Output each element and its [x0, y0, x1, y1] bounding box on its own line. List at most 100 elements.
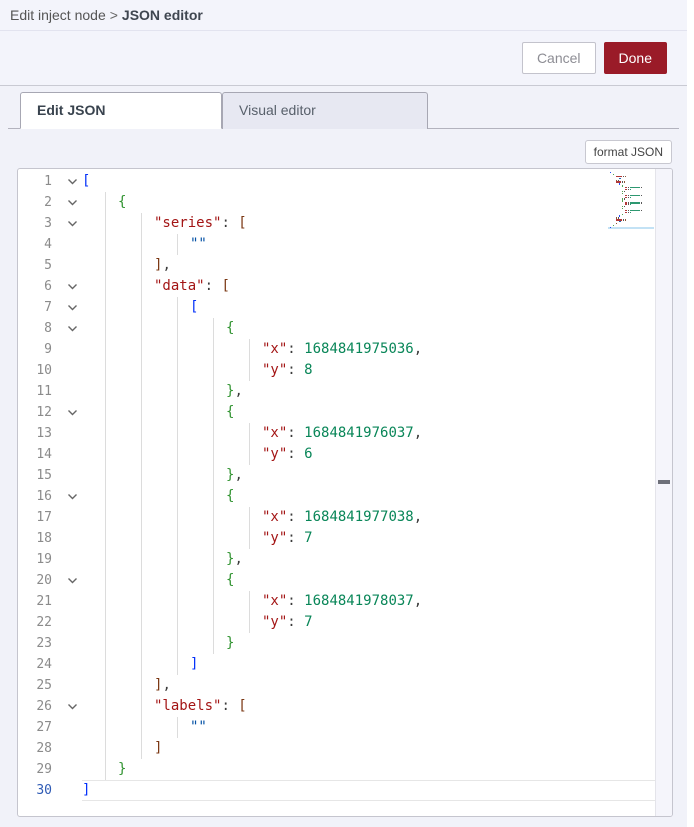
code-content[interactable]: "y": 8: [82, 360, 672, 381]
code-content[interactable]: {: [82, 402, 672, 423]
fold-chevron-icon[interactable]: [62, 297, 82, 318]
code-content[interactable]: "labels": [: [82, 696, 672, 717]
code-content[interactable]: ],: [82, 675, 672, 696]
code-content[interactable]: "y": 7: [82, 612, 672, 633]
code-line[interactable]: 17"x": 1684841977038,: [18, 507, 672, 528]
code-line[interactable]: 15},: [18, 465, 672, 486]
code-lines[interactable]: 1[2{3"series": [4""5],6"data": [7[8{9"x"…: [18, 171, 672, 801]
fold-chevron-icon[interactable]: [62, 486, 82, 507]
fold-chevron-icon[interactable]: [62, 318, 82, 339]
code-line[interactable]: 3"series": [: [18, 213, 672, 234]
code-content[interactable]: "y": 7: [82, 528, 672, 549]
code-line[interactable]: 6"data": [: [18, 276, 672, 297]
code-content[interactable]: }: [82, 633, 672, 654]
fold-chevron-icon[interactable]: [62, 192, 82, 213]
tab-visual-editor[interactable]: Visual editor: [222, 92, 428, 129]
code-line[interactable]: 20{: [18, 570, 672, 591]
code-line[interactable]: 11},: [18, 381, 672, 402]
code-content[interactable]: "x": 1684841978037,: [82, 591, 672, 612]
code-line[interactable]: 24]: [18, 654, 672, 675]
breadcrumb-parent-link[interactable]: Edit inject node: [10, 7, 106, 23]
code-content[interactable]: "x": 1684841975036,: [82, 339, 672, 360]
code-line[interactable]: 4"": [18, 234, 672, 255]
code-line[interactable]: 7[: [18, 297, 672, 318]
code-content[interactable]: "": [82, 717, 672, 738]
code-line[interactable]: 27"": [18, 717, 672, 738]
indent-guide: [82, 402, 118, 423]
code-content[interactable]: [: [82, 297, 672, 318]
code-token: ,: [162, 257, 170, 273]
code-line[interactable]: 13"x": 1684841976037,: [18, 423, 672, 444]
tab-visual-editor-label: Visual editor: [239, 102, 316, 118]
fold-chevron-icon[interactable]: [62, 276, 82, 297]
code-line[interactable]: 16{: [18, 486, 672, 507]
indent-guide: [82, 465, 118, 486]
code-content[interactable]: {: [82, 486, 672, 507]
cancel-button[interactable]: Cancel: [522, 42, 596, 74]
code-content[interactable]: },: [82, 381, 672, 402]
code-line[interactable]: 9"x": 1684841975036,: [18, 339, 672, 360]
fold-chevron-icon[interactable]: [62, 171, 82, 192]
code-content[interactable]: "x": 1684841977038,: [82, 507, 672, 528]
fold-spacer: [62, 444, 82, 465]
code-line[interactable]: 30]: [18, 780, 672, 801]
line-number: 11: [18, 381, 62, 402]
code-line[interactable]: 25],: [18, 675, 672, 696]
code-content[interactable]: {: [82, 192, 672, 213]
code-content[interactable]: "data": [: [82, 276, 672, 297]
code-token: "y": [262, 530, 287, 546]
line-number: 23: [18, 633, 62, 654]
vertical-scrollbar[interactable]: [655, 169, 672, 816]
indent-guide: [154, 507, 190, 528]
code-content[interactable]: ],: [82, 255, 672, 276]
code-line[interactable]: 29}: [18, 759, 672, 780]
code-line[interactable]: 26"labels": [: [18, 696, 672, 717]
indent-guide: [190, 423, 226, 444]
indent-guide: [226, 591, 262, 612]
fold-spacer: [62, 507, 82, 528]
minimap[interactable]: [608, 172, 654, 229]
code-content[interactable]: }: [82, 759, 672, 780]
code-line[interactable]: 21"x": 1684841978037,: [18, 591, 672, 612]
line-number: 7: [18, 297, 62, 318]
fold-chevron-icon[interactable]: [62, 213, 82, 234]
code-line[interactable]: 1[: [18, 171, 672, 192]
code-content[interactable]: {: [82, 318, 672, 339]
code-line[interactable]: 10"y": 8: [18, 360, 672, 381]
code-content[interactable]: "series": [: [82, 213, 672, 234]
code-content[interactable]: ]: [82, 654, 672, 675]
code-content[interactable]: ]: [82, 738, 672, 759]
code-line[interactable]: 28]: [18, 738, 672, 759]
code-content[interactable]: "": [82, 234, 672, 255]
fold-chevron-icon[interactable]: [62, 402, 82, 423]
line-number: 22: [18, 612, 62, 633]
code-line[interactable]: 8{: [18, 318, 672, 339]
format-json-button[interactable]: format JSON: [585, 140, 672, 164]
code-token: :: [287, 362, 304, 378]
code-line[interactable]: 22 "y": 7: [18, 612, 672, 633]
fold-chevron-icon[interactable]: [62, 696, 82, 717]
code-content[interactable]: "y": 6: [82, 444, 672, 465]
code-line[interactable]: 12{: [18, 402, 672, 423]
code-token: ]: [154, 740, 162, 756]
code-content[interactable]: [: [82, 171, 672, 192]
code-line[interactable]: 23}: [18, 633, 672, 654]
code-line[interactable]: 19},: [18, 549, 672, 570]
code-content[interactable]: "x": 1684841976037,: [82, 423, 672, 444]
code-content[interactable]: },: [82, 549, 672, 570]
code-content[interactable]: },: [82, 465, 672, 486]
code-content[interactable]: ]: [82, 780, 672, 801]
code-content[interactable]: {: [82, 570, 672, 591]
code-line[interactable]: 18"y": 7: [18, 528, 672, 549]
fold-chevron-icon[interactable]: [62, 570, 82, 591]
code-token: ,: [234, 383, 242, 399]
code-line[interactable]: 5],: [18, 255, 672, 276]
indent-guide: [118, 234, 154, 255]
indent-guide: [154, 297, 190, 318]
indent-guide: [190, 339, 226, 360]
code-editor[interactable]: 1[2{3"series": [4""5],6"data": [7[8{9"x"…: [17, 168, 673, 817]
done-button[interactable]: Done: [604, 42, 667, 74]
code-line[interactable]: 14"y": 6: [18, 444, 672, 465]
tab-edit-json[interactable]: Edit JSON: [20, 92, 222, 129]
code-line[interactable]: 2{: [18, 192, 672, 213]
